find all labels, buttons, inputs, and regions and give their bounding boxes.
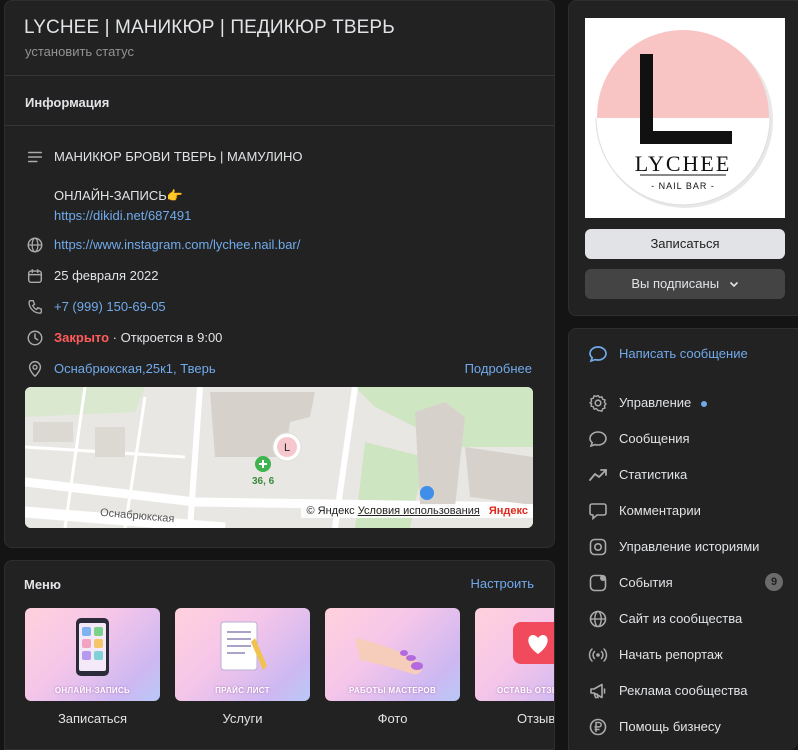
tile-caption: ОСТАВЬ ОТЗЫВ [497, 686, 554, 695]
logo-name: LYCHEE [635, 151, 732, 176]
start-broadcast-action[interactable]: Начать репортаж [569, 641, 798, 669]
phone-icon [25, 297, 45, 317]
website-link[interactable]: https://www.instagram.com/lychee.nail.ba… [54, 237, 300, 252]
events-action[interactable]: События 9 [569, 569, 798, 597]
megaphone-icon [587, 680, 609, 702]
action-label: Начать репортаж [619, 647, 723, 662]
calendar-icon [25, 266, 45, 286]
more-details-link[interactable]: Подробнее [465, 361, 532, 376]
gear-icon [587, 392, 609, 414]
dikidi-link[interactable]: https://dikidi.net/687491 [54, 208, 191, 223]
message-icon [587, 343, 609, 365]
menu-tile-reviews[interactable]: ОСТАВЬ ОТЗЫВ [475, 608, 554, 701]
statistics-action[interactable]: Статистика [569, 461, 798, 489]
comments-action[interactable]: Комментарии [569, 497, 798, 525]
logo-sub: - NAIL BAR - [651, 181, 715, 191]
map-copyright: © Яндекс [306, 505, 355, 517]
comment-icon [587, 500, 609, 522]
action-label: Статистика [619, 467, 688, 482]
stories-icon [587, 536, 609, 558]
manage-action[interactable]: Управление [569, 389, 798, 417]
action-label: События [619, 575, 673, 590]
menu-tile-photos[interactable]: РАБОТЫ МАСТЕРОВ [325, 608, 460, 701]
events-icon [587, 572, 609, 594]
menu-label-reviews[interactable]: Отзывы [475, 711, 554, 726]
creation-date: 25 февраля 2022 [54, 268, 159, 283]
map-house-number: 36, 6 [252, 476, 275, 487]
phone-link[interactable]: +7 (999) 150-69-05 [54, 299, 166, 314]
divider [5, 125, 554, 126]
chat-icon [587, 428, 609, 450]
events-count-badge: 9 [765, 573, 783, 591]
messages-action[interactable]: Сообщения [569, 425, 798, 453]
action-label: Помощь бизнесу [619, 719, 721, 734]
ruble-icon [587, 716, 609, 738]
address-row: Оснабрюкская,25к1, Тверь Подробнее [5, 359, 554, 383]
globe-icon [587, 608, 609, 630]
description-icon [25, 147, 45, 167]
group-actions-card: Написать сообщение Управление Сообщения … [568, 328, 798, 750]
subscribed-button[interactable]: Вы подписаны [585, 269, 785, 299]
tile-caption: ОНЛАЙН-ЗАПИСЬ [54, 686, 131, 695]
address-link[interactable]: Оснабрюкская,25к1, Тверь [54, 361, 216, 376]
svg-text:L: L [284, 442, 290, 454]
book-button[interactable]: Записаться [585, 229, 785, 259]
action-label: Написать сообщение [619, 346, 748, 361]
menu-label-services[interactable]: Услуги [175, 711, 310, 726]
menu-label-photos[interactable]: Фото [325, 711, 460, 726]
menu-card: Меню Настроить ОНЛАЙН-ЗАПИСЬ Записаться … [4, 560, 555, 750]
action-label: Управление историями [619, 539, 760, 554]
opens-at: · Откроется в 9:00 [109, 330, 223, 345]
globe-icon [25, 235, 45, 255]
action-label: Управление [619, 395, 692, 410]
menu-title: Меню [24, 577, 62, 592]
notification-dot [701, 401, 707, 407]
description-line1: МАНИКЮР БРОВИ ТВЕРЬ | МАМУЛИНО [54, 149, 303, 164]
stats-icon [587, 464, 609, 486]
date-row: 25 февраля 2022 [5, 266, 554, 290]
menu-tile-services[interactable]: ПРАЙС ЛИСТ [175, 608, 310, 701]
group-title: LYCHEE | МАНИКЮР | ПЕДИКЮР ТВЕРЬ [24, 17, 395, 38]
menu-tile-booking[interactable]: ОНЛАЙН-ЗАПИСЬ [25, 608, 160, 701]
description-line2: ОНЛАЙН-ЗАПИСЬ👉 [54, 188, 183, 203]
opening-hours: Закрыто · Откроется в 9:00 [54, 330, 222, 345]
menu-configure-link[interactable]: Настроить [470, 576, 534, 591]
tile-caption: РАБОТЫ МАСТЕРОВ [348, 686, 437, 695]
group-avatar[interactable]: LYCHEE - NAIL BAR - [585, 18, 785, 218]
yandex-logo: Яндекс [488, 505, 528, 517]
manage-stories-action[interactable]: Управление историями [569, 533, 798, 561]
map-terms-link[interactable]: Условия использования [358, 505, 480, 517]
broadcast-icon [587, 644, 609, 666]
hours-row: Закрыто · Откроется в 9:00 [5, 328, 554, 352]
action-label: Сайт из сообщества [619, 611, 743, 626]
description-row: МАНИКЮР БРОВИ ТВЕРЬ | МАМУЛИНО [5, 147, 554, 171]
avatar-card: LYCHEE - NAIL BAR - Записаться Вы подпис… [568, 0, 798, 316]
info-section-title: Информация [25, 95, 110, 110]
community-ads-action[interactable]: Реклама сообщества [569, 677, 798, 705]
clock-icon [25, 328, 45, 348]
menu-label-booking[interactable]: Записаться [25, 711, 160, 726]
group-info-card: LYCHEE | МАНИКЮР | ПЕДИКЮР ТВЕРЬ установ… [4, 0, 555, 548]
action-label: Реклама сообщества [619, 683, 748, 698]
chevron-down-icon [729, 269, 739, 299]
lychee-logo: LYCHEE - NAIL BAR - [595, 30, 773, 208]
subscribed-label: Вы подписаны [631, 276, 720, 291]
map-attribution: © Яндекс Условия использования Яндекс [301, 504, 533, 518]
website-row: https://www.instagram.com/lychee.nail.ba… [5, 235, 554, 259]
set-status-link[interactable]: установить статус [25, 44, 134, 59]
action-label: Комментарии [619, 503, 701, 518]
write-message-action[interactable]: Написать сообщение [569, 340, 798, 368]
site-from-community-action[interactable]: Сайт из сообщества [569, 605, 798, 633]
location-pin-icon [25, 359, 45, 379]
divider [5, 75, 554, 76]
tile-caption: ПРАЙС ЛИСТ [215, 686, 270, 695]
action-label: Сообщения [619, 431, 690, 446]
phone-row: +7 (999) 150-69-05 [5, 297, 554, 321]
business-help-action[interactable]: Помощь бизнесу [569, 713, 798, 741]
location-map[interactable]: L 36, 6 Оснабрюкская © Яндекс Условия ис… [25, 387, 533, 528]
description-link-row: https://dikidi.net/687491 [5, 206, 554, 230]
closed-status: Закрыто [54, 330, 110, 345]
